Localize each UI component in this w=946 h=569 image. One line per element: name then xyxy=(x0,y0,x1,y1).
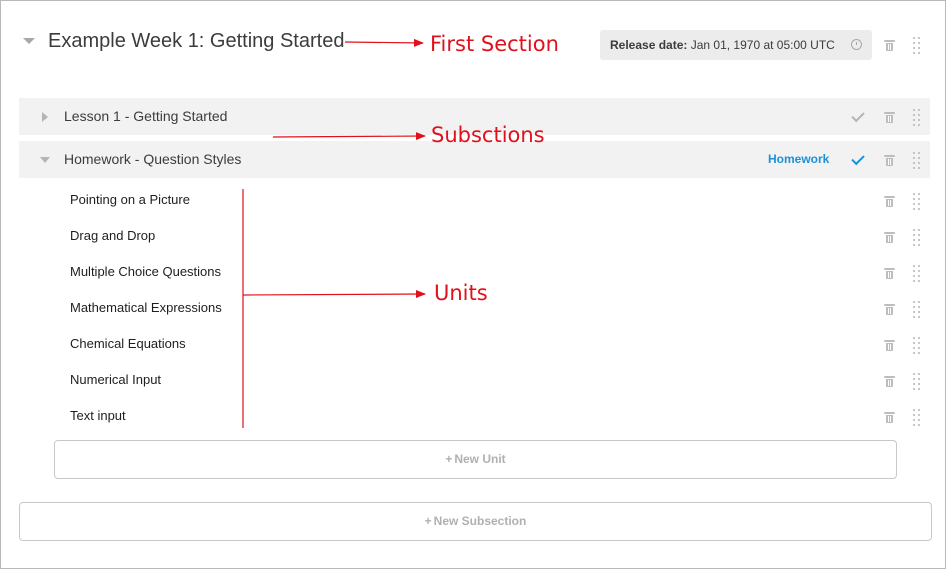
unit-item[interactable]: Pointing on a Picture xyxy=(70,192,190,208)
trash-icon[interactable] xyxy=(884,112,895,123)
annotation-subsections: Subsctions xyxy=(431,123,545,147)
release-date-label: Release date: xyxy=(610,38,688,52)
unit-item[interactable]: Text input xyxy=(70,408,126,424)
arrow-first-section xyxy=(344,38,424,47)
unit-item[interactable]: Mathematical Expressions xyxy=(70,300,222,316)
drag-handle-icon[interactable] xyxy=(913,152,921,169)
trash-icon[interactable] xyxy=(884,304,895,315)
trash-icon[interactable] xyxy=(884,155,895,166)
new-subsection-label: New Subsection xyxy=(433,514,527,528)
trash-icon[interactable] xyxy=(884,268,895,279)
drag-handle-icon[interactable] xyxy=(913,109,921,126)
drag-handle-icon[interactable] xyxy=(913,37,921,54)
release-date-badge: Release date: Jan 01, 1970 at 05:00 UTC xyxy=(600,30,872,60)
trash-icon[interactable] xyxy=(884,412,895,423)
new-unit-button[interactable]: + New Unit xyxy=(54,440,897,479)
trash-icon[interactable] xyxy=(884,376,895,387)
chevron-right-icon[interactable] xyxy=(42,112,48,122)
chevron-down-icon[interactable] xyxy=(40,157,50,163)
grading-type-label: Homework xyxy=(768,152,830,166)
unit-item[interactable]: Multiple Choice Questions xyxy=(70,264,221,280)
trash-icon[interactable] xyxy=(884,40,895,51)
drag-handle-icon[interactable] xyxy=(913,337,921,354)
arrow-units xyxy=(242,290,426,299)
check-icon xyxy=(851,151,865,166)
drag-handle-icon[interactable] xyxy=(913,193,921,210)
release-date-value: Jan 01, 1970 at 05:00 UTC xyxy=(690,38,835,52)
unit-item[interactable]: Drag and Drop xyxy=(70,228,155,244)
annotation-units: Units xyxy=(434,281,488,305)
annotation-first-section: First Section xyxy=(430,32,559,56)
trash-icon[interactable] xyxy=(884,340,895,351)
subsection-title[interactable]: Lesson 1 - Getting Started xyxy=(64,98,227,135)
arrow-subsections xyxy=(272,132,426,141)
trash-icon[interactable] xyxy=(884,196,895,207)
drag-handle-icon[interactable] xyxy=(913,229,921,246)
chevron-down-icon[interactable] xyxy=(23,38,35,44)
subsection-title[interactable]: Homework - Question Styles xyxy=(64,141,241,178)
drag-handle-icon[interactable] xyxy=(913,301,921,318)
section-title[interactable]: Example Week 1: Getting Started xyxy=(48,29,344,53)
plus-icon: + xyxy=(424,514,432,528)
check-icon xyxy=(851,108,865,123)
new-subsection-button[interactable]: + New Subsection xyxy=(19,502,932,541)
clock-icon xyxy=(851,39,862,50)
course-outline: Example Week 1: Getting Started Release … xyxy=(0,0,946,569)
plus-icon: + xyxy=(445,452,453,466)
drag-handle-icon[interactable] xyxy=(913,373,921,390)
unit-item[interactable]: Numerical Input xyxy=(70,372,161,388)
unit-item[interactable]: Chemical Equations xyxy=(70,336,186,352)
drag-handle-icon[interactable] xyxy=(913,265,921,282)
trash-icon[interactable] xyxy=(884,232,895,243)
new-unit-label: New Unit xyxy=(454,452,506,466)
drag-handle-icon[interactable] xyxy=(913,409,921,426)
